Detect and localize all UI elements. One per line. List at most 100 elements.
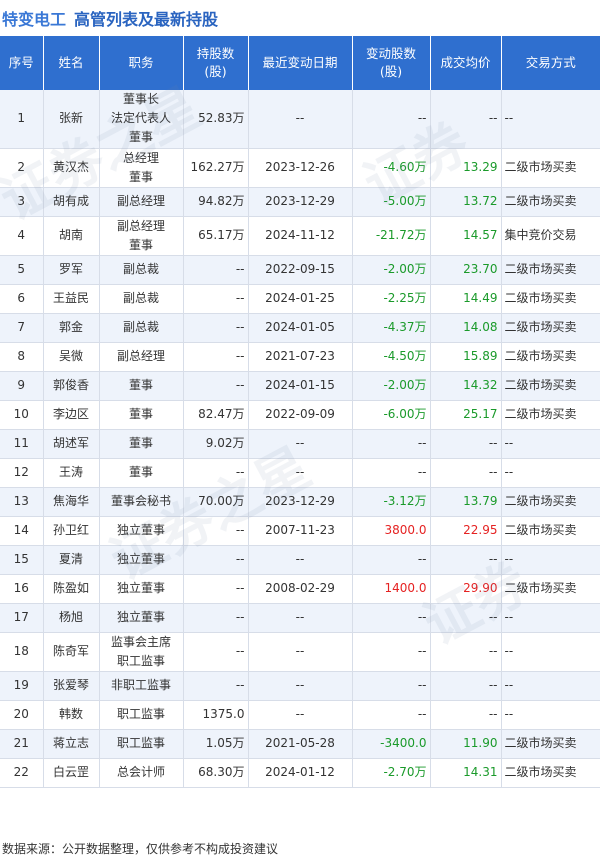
- column-header: 持股数 (股): [183, 36, 249, 90]
- trade-method: 二级市场买卖: [501, 371, 600, 401]
- change-shares: --: [352, 545, 431, 575]
- trade-method: --: [501, 632, 600, 672]
- avg-price: 13.79: [430, 487, 502, 517]
- avg-price: 29.90: [430, 574, 502, 604]
- trade-method: 二级市场买卖: [501, 487, 600, 517]
- avg-price: --: [430, 671, 502, 701]
- last-change-date: --: [248, 545, 353, 575]
- avg-price: 14.31: [430, 758, 502, 788]
- executive-name: 陈奇军: [43, 632, 100, 672]
- change-shares: -3400.0: [352, 729, 431, 759]
- shares-held: 162.27万: [183, 148, 249, 188]
- table-row: 17 杨旭 独立董事 -- -- -- -- --: [0, 603, 600, 633]
- change-shares: -4.37万: [352, 313, 431, 343]
- trade-method: 集中竞价交易: [501, 216, 600, 256]
- last-change-date: 2021-07-23: [248, 342, 353, 372]
- row-number: 17: [0, 603, 44, 633]
- change-shares: -3.12万: [352, 487, 431, 517]
- data-source-note: 数据来源：公开数据整理，仅供参考不构成投资建议: [2, 842, 279, 856]
- last-change-date: --: [248, 603, 353, 633]
- trade-method: --: [501, 90, 600, 149]
- executive-role: 董事: [99, 429, 184, 459]
- change-shares: 3800.0: [352, 516, 431, 546]
- shares-held: --: [183, 342, 249, 372]
- shares-held: 94.82万: [183, 187, 249, 217]
- trade-method: 二级市场买卖: [501, 758, 600, 788]
- avg-price: --: [430, 458, 502, 488]
- avg-price: 14.32: [430, 371, 502, 401]
- table-row: 12 王涛 董事 -- -- -- -- --: [0, 458, 600, 488]
- change-shares: -2.70万: [352, 758, 431, 788]
- shares-held: --: [183, 255, 249, 285]
- executive-role: 副总裁: [99, 255, 184, 285]
- row-number: 6: [0, 284, 44, 314]
- avg-price: 22.95: [430, 516, 502, 546]
- change-shares: -6.00万: [352, 400, 431, 430]
- executive-name: 罗军: [43, 255, 100, 285]
- executive-role: 副总经理: [99, 187, 184, 217]
- last-change-date: 2024-01-15: [248, 371, 353, 401]
- shares-held: 70.00万: [183, 487, 249, 517]
- shares-held: --: [183, 371, 249, 401]
- executive-role: 独立董事: [99, 603, 184, 633]
- avg-price: 25.17: [430, 400, 502, 430]
- avg-price: --: [430, 632, 502, 672]
- trade-method: 二级市场买卖: [501, 400, 600, 430]
- avg-price: 14.08: [430, 313, 502, 343]
- column-header: 序号: [0, 36, 44, 90]
- avg-price: --: [430, 603, 502, 633]
- row-number: 20: [0, 700, 44, 730]
- shares-held: 68.30万: [183, 758, 249, 788]
- row-number: 7: [0, 313, 44, 343]
- executive-name: 胡述军: [43, 429, 100, 459]
- trade-method: 二级市场买卖: [501, 729, 600, 759]
- shares-held: --: [183, 574, 249, 604]
- row-number: 1: [0, 90, 44, 149]
- table-row: 21 蒋立志 职工监事 1.05万 2021-05-28 -3400.0 11.90 二级市场…: [0, 729, 600, 759]
- change-shares: --: [352, 632, 431, 672]
- trade-method: 二级市场买卖: [501, 313, 600, 343]
- avg-price: 13.72: [430, 187, 502, 217]
- column-header: 成交均价: [430, 36, 502, 90]
- row-number: 14: [0, 516, 44, 546]
- change-shares: -21.72万: [352, 216, 431, 256]
- column-header: 职务: [99, 36, 184, 90]
- trade-method: 二级市场买卖: [501, 148, 600, 188]
- avg-price: 15.89: [430, 342, 502, 372]
- table-row: 19 张爱琴 非职工监事 -- -- -- -- --: [0, 671, 600, 701]
- executive-name: 胡南: [43, 216, 100, 256]
- executive-role: 监事会主席 职工监事: [99, 632, 184, 672]
- last-change-date: 2008-02-29: [248, 574, 353, 604]
- last-change-date: --: [248, 458, 353, 488]
- row-number: 2: [0, 148, 44, 188]
- executive-name: 陈盈如: [43, 574, 100, 604]
- shares-held: --: [183, 313, 249, 343]
- row-number: 19: [0, 671, 44, 701]
- last-change-date: 2024-01-12: [248, 758, 353, 788]
- change-shares: -2.25万: [352, 284, 431, 314]
- change-shares: -5.00万: [352, 187, 431, 217]
- executive-name: 蒋立志: [43, 729, 100, 759]
- executive-name: 郭金: [43, 313, 100, 343]
- executive-name: 吴微: [43, 342, 100, 372]
- shares-held: 52.83万: [183, 90, 249, 149]
- executive-role: 董事: [99, 458, 184, 488]
- executive-role: 独立董事: [99, 545, 184, 575]
- executive-role: 董事: [99, 371, 184, 401]
- shares-held: 65.17万: [183, 216, 249, 256]
- table-row: 16 陈盈如 独立董事 -- 2008-02-29 1400.0 29.90 二级市场买卖: [0, 574, 600, 604]
- row-number: 12: [0, 458, 44, 488]
- last-change-date: 2022-09-09: [248, 400, 353, 430]
- change-shares: -2.00万: [352, 255, 431, 285]
- shares-held: --: [183, 671, 249, 701]
- avg-price: 13.29: [430, 148, 502, 188]
- executive-name: 王涛: [43, 458, 100, 488]
- trade-method: 二级市场买卖: [501, 342, 600, 372]
- table-row: 11 胡述军 董事 9.02万 -- -- -- --: [0, 429, 600, 459]
- change-shares: -2.00万: [352, 371, 431, 401]
- table-row: 14 孙卫红 独立董事 -- 2007-11-23 3800.0 22.95 二级市场买卖: [0, 516, 600, 546]
- executive-name: 孙卫红: [43, 516, 100, 546]
- last-change-date: 2024-11-12: [248, 216, 353, 256]
- column-header: 最近变动日期: [248, 36, 353, 90]
- executive-role: 总会计师: [99, 758, 184, 788]
